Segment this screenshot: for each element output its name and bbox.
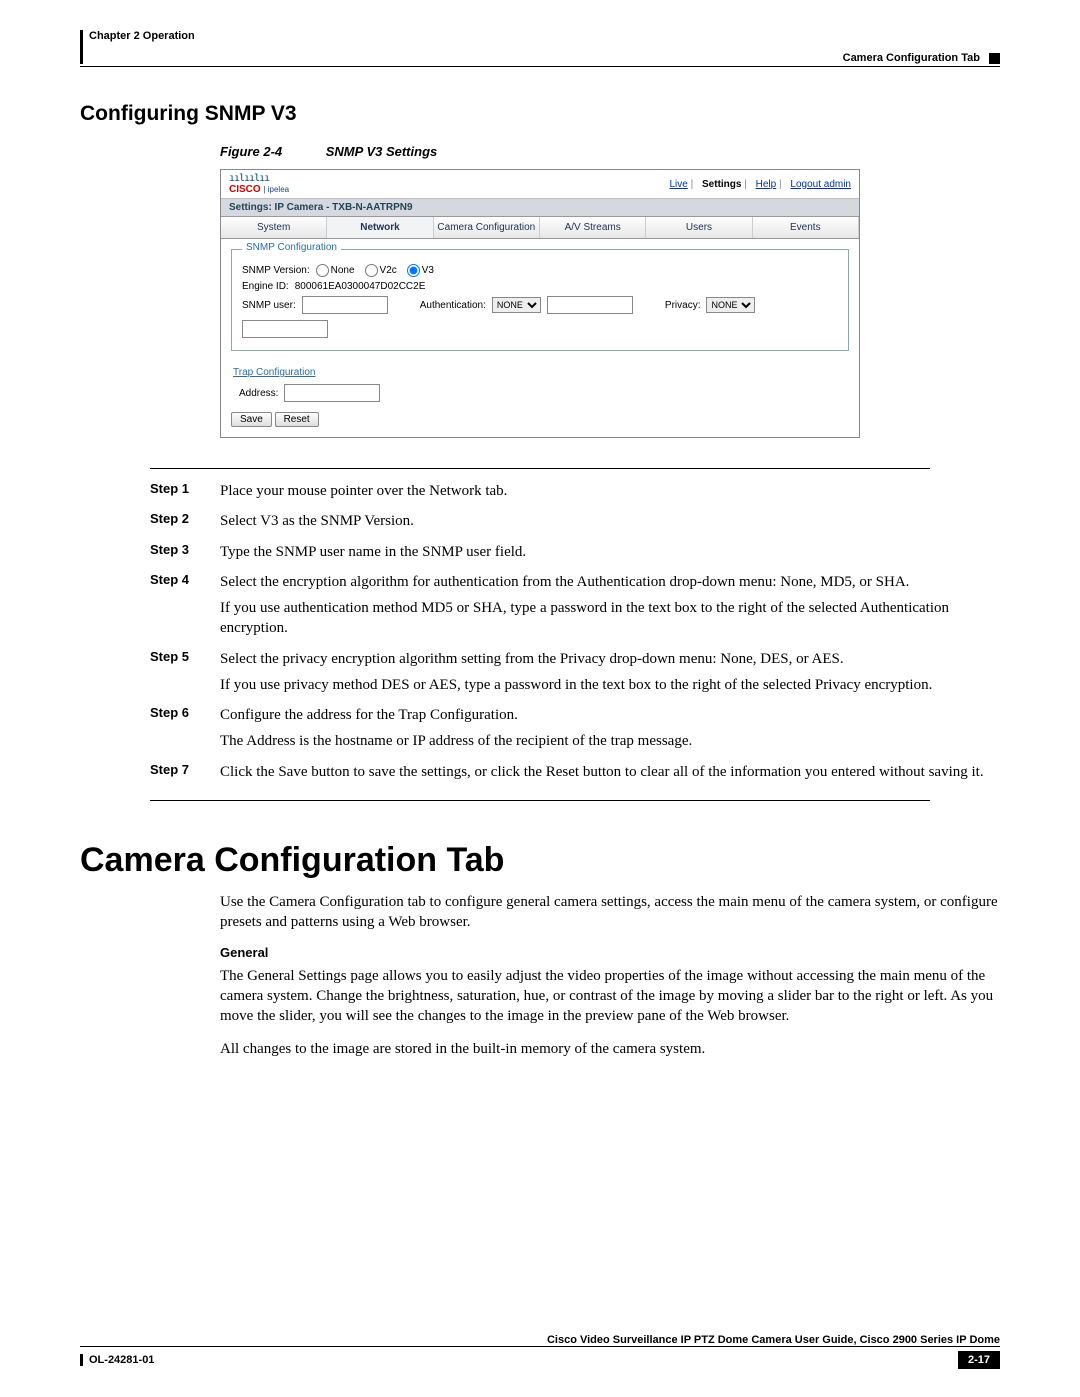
step-row: Step 1Place your mouse pointer over the … [150,481,1000,507]
step-label: Step 5 [150,649,220,702]
step-row: Step 6Configure the address for the Trap… [150,705,1000,758]
step-row: Step 3Type the SNMP user name in the SNM… [150,542,1000,568]
step-label: Step 3 [150,542,220,568]
step-text: Place your mouse pointer over the Networ… [220,481,507,501]
footer-book-title: Cisco Video Surveillance IP PTZ Dome Cam… [80,1334,1000,1346]
step-text: Select the privacy encryption algorithm … [220,649,932,669]
snmp-legend: SNMP Configuration [242,242,341,253]
footer-doc-number: OL-24281-01 [80,1354,154,1366]
settings-tabs: System Network Camera Configuration A/V … [221,217,859,239]
tab-av-streams[interactable]: A/V Streams [540,217,646,238]
step-body: Configure the address for the Trap Confi… [220,705,692,758]
general-body-2: All changes to the image are stored in t… [220,1039,1000,1059]
steps-top-rule [150,468,930,469]
snmp-version-v3-radio[interactable] [407,264,420,277]
figure-title: SNMP V3 Settings [326,144,437,159]
header-square-icon [989,53,1000,64]
step-row: Step 2Select V3 as the SNMP Version. [150,511,1000,537]
snmp-version-label: SNMP Version: [242,265,310,276]
step-label: Step 6 [150,705,220,758]
step-text: If you use privacy method DES or AES, ty… [220,675,932,695]
top-nav-links: Live | Settings | Help | Logout admin [663,179,851,190]
engine-id-value: 800061EA0300047D02CC2E [295,281,426,292]
step-text: If you use authentication method MD5 or … [220,598,1000,639]
figure-snmpv3-settings: ıılıılıı CISCO | ipelea Live | Settings … [220,169,860,438]
authentication-select[interactable]: NONE [492,297,541,313]
step-text: Click the Save button to save the settin… [220,762,984,782]
privacy-label: Privacy: [665,300,701,311]
step-text: Select V3 as the SNMP Version. [220,511,414,531]
step-label: Step 4 [150,572,220,645]
step-body: Type the SNMP user name in the SNMP user… [220,542,526,568]
cisco-logo: ıılıılıı CISCO | ipelea [229,173,289,195]
snmp-version-v2c-radio[interactable] [365,264,378,277]
snmp-version-none-radio[interactable] [316,264,329,277]
tab-system[interactable]: System [221,217,327,238]
link-live[interactable]: Live [669,179,687,190]
tab-network[interactable]: Network [327,217,433,238]
link-logout[interactable]: Logout admin [790,179,851,190]
general-subhead: General [220,944,1000,962]
section-heading-camera-config-tab: Camera Configuration Tab [80,841,1000,880]
privacy-select[interactable]: NONE [706,297,755,313]
running-header-breadcrumb: Camera Configuration Tab [843,52,980,64]
step-body: Place your mouse pointer over the Networ… [220,481,507,507]
step-row: Step 7Click the Save button to save the … [150,762,1000,788]
step-text: Configure the address for the Trap Confi… [220,705,692,725]
footer-page-number: 2-17 [958,1351,1000,1369]
step-label: Step 1 [150,481,220,507]
link-settings[interactable]: Settings [702,179,741,190]
step-body: Select the privacy encryption algorithm … [220,649,932,702]
step-text: The Address is the hostname or IP addres… [220,731,692,751]
snmp-user-label: SNMP user: [242,300,296,311]
running-header-chapter: Chapter 2 Operation [80,30,195,64]
trap-address-input[interactable] [284,384,380,402]
general-body-1: The General Settings page allows you to … [220,966,1000,1027]
authentication-password-input[interactable] [547,296,633,314]
tab-users[interactable]: Users [646,217,752,238]
step-row: Step 5Select the privacy encryption algo… [150,649,1000,702]
steps-bottom-rule [150,800,930,801]
engine-id-label: Engine ID: [242,281,289,292]
save-button[interactable]: Save [231,412,272,427]
tab-camera-configuration[interactable]: Camera Configuration [434,217,540,238]
step-row: Step 4Select the encryption algorithm fo… [150,572,1000,645]
header-rule [80,66,1000,67]
snmp-user-input[interactable] [302,296,388,314]
trap-configuration-link[interactable]: Trap Configuration [233,367,315,378]
section-heading-snmpv3: Configuring SNMP V3 [80,102,1000,126]
step-label: Step 7 [150,762,220,788]
settings-breadcrumb: Settings: IP Camera - TXB-N-AATRPN9 [221,199,859,217]
cisco-logo-icon: ıılıılıı [229,173,269,184]
reset-button[interactable]: Reset [275,412,319,427]
authentication-label: Authentication: [420,300,486,311]
trap-address-label: Address: [239,388,278,399]
snmp-configuration-fieldset: SNMP Configuration SNMP Version: None V2… [231,249,849,351]
step-body: Select the encryption algorithm for auth… [220,572,1000,645]
camera-config-intro: Use the Camera Configuration tab to conf… [220,892,1000,933]
privacy-password-input[interactable] [242,320,328,338]
step-text: Select the encryption algorithm for auth… [220,572,1000,592]
step-body: Click the Save button to save the settin… [220,762,984,788]
step-body: Select V3 as the SNMP Version. [220,511,414,537]
figure-number: Figure 2-4 [220,144,282,159]
step-text: Type the SNMP user name in the SNMP user… [220,542,526,562]
step-label: Step 2 [150,511,220,537]
link-help[interactable]: Help [756,179,777,190]
tab-events[interactable]: Events [753,217,859,238]
